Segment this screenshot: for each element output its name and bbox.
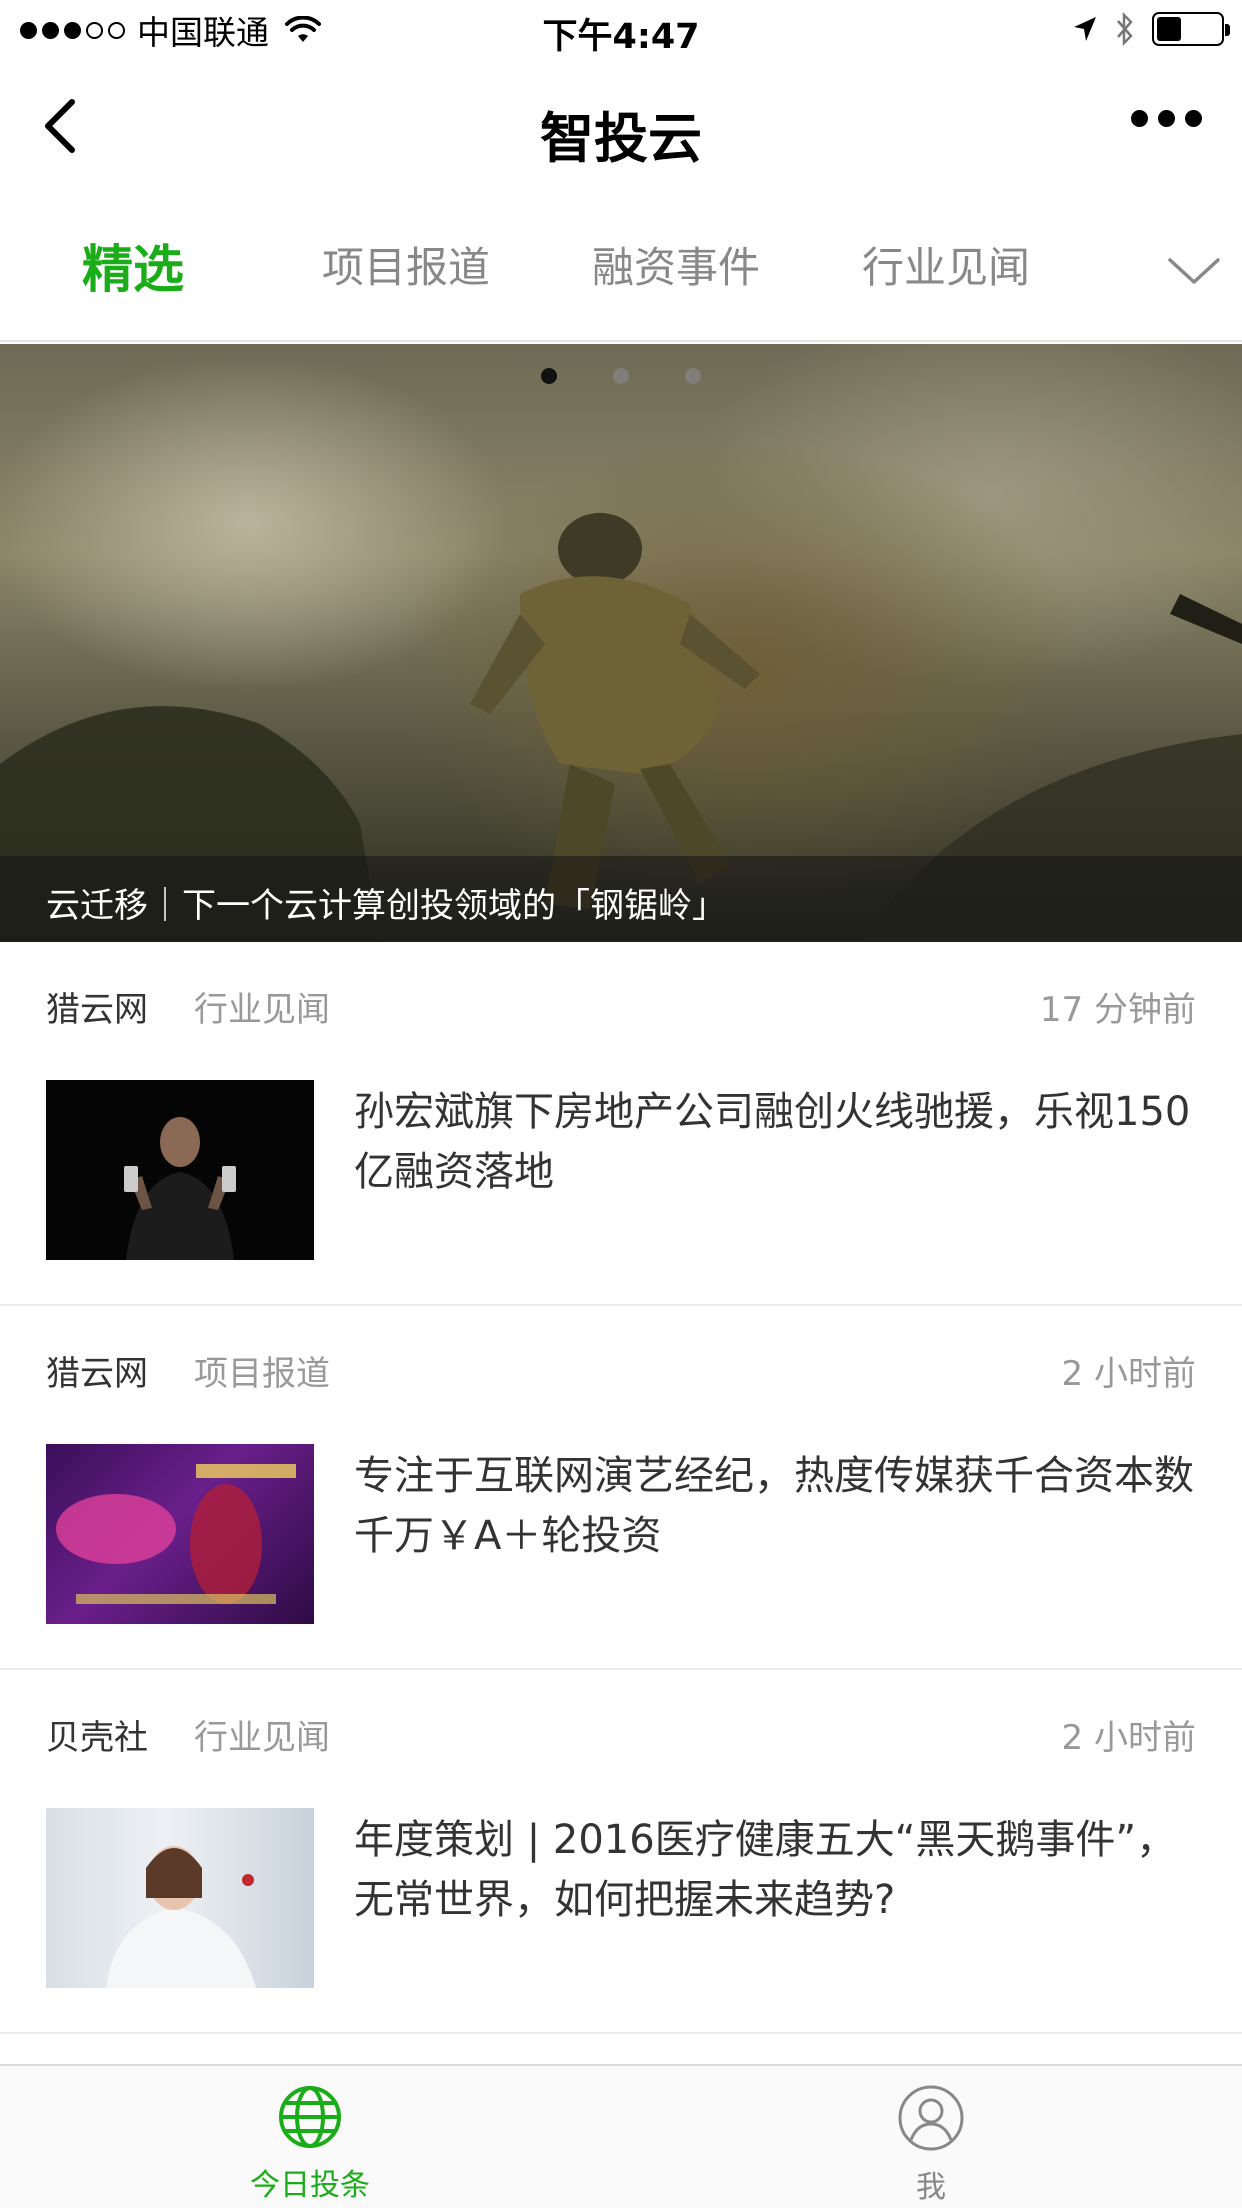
news-category: 行业见闻 (194, 1718, 330, 1758)
page-title: 智投云 (540, 107, 702, 170)
tabbar-label: 今日投条 (250, 2168, 370, 2203)
status-time: 下午4:47 (542, 17, 700, 57)
location-arrow-icon (1074, 17, 1096, 41)
news-title[interactable]: 孙宏斌旗下房地产公司融创火线驰援，乐视150亿融资落地 (354, 1082, 1204, 1202)
bottom-tab-bar: 今日投条 我 (0, 2064, 1242, 2208)
news-thumbnail (46, 1444, 314, 1624)
news-source: 猎云网 (46, 990, 148, 1030)
category-tabs: 精选 项目报道 融资事件 行业见闻 (0, 190, 1242, 342)
tab-project-reports[interactable]: 项目报道 (322, 234, 490, 295)
banner-carousel[interactable]: 云迁移｜下一个云计算创投领域的「钢锯岭」 (0, 344, 1242, 942)
tab-featured[interactable]: 精选 (82, 228, 184, 302)
news-meta: 猎云网 行业见闻 (46, 982, 330, 1031)
news-title[interactable]: 年度策划 | 2016医疗健康五大“黑天鹅事件”，无常世界，如何把握未来趋势? (354, 1810, 1204, 1930)
banner-caption[interactable]: 云迁移｜下一个云计算创投领域的「钢锯岭」 (0, 856, 1242, 942)
news-source: 猎云网 (46, 1354, 148, 1394)
news-title[interactable]: 专注于互联网演艺经纪，热度传媒获千合资本数千万￥A＋轮投资 (354, 1446, 1204, 1566)
tabbar-me[interactable]: 我 (811, 2084, 1051, 2206)
news-time: 2 小时前 (1061, 1718, 1196, 1758)
news-meta: 猎云网 项目报道 (46, 1346, 330, 1395)
carousel-indicator (0, 368, 1242, 384)
user-icon (898, 2085, 964, 2151)
news-category: 项目报道 (194, 1354, 330, 1394)
news-thumbnail (46, 1808, 314, 1988)
chevron-down-icon[interactable] (1166, 250, 1222, 290)
news-item[interactable]: 猎云网 项目报道 2 小时前 专注于互联网演艺经纪，热度传媒获千合资本数千万￥A… (0, 1306, 1242, 1670)
news-item[interactable]: 猎云网 行业见闻 17 分钟前 孙宏斌旗下房地产公司融创火线驰援，乐视150亿融… (0, 942, 1242, 1306)
status-right (1072, 12, 1230, 46)
news-source: 贝壳社 (46, 1718, 148, 1758)
bluetooth-icon (1117, 12, 1133, 46)
battery-icon (1152, 12, 1230, 46)
news-thumbnail (46, 1080, 314, 1260)
news-meta: 贝壳社 行业见闻 (46, 1710, 330, 1759)
tab-financing-events[interactable]: 融资事件 (592, 234, 760, 295)
nav-bar: 智投云 (0, 60, 1242, 190)
tab-industry-news[interactable]: 行业见闻 (862, 234, 1030, 295)
more-options-icon[interactable] (1131, 110, 1202, 127)
status-bar: 中国联通 下午4:47 (0, 0, 1242, 60)
news-time: 2 小时前 (1061, 1354, 1196, 1394)
banner-image (0, 513, 1242, 942)
news-item[interactable]: 贝壳社 行业见闻 2 小时前 年度策划 | 2016医疗健康五大“黑天鹅事件”，… (0, 1670, 1242, 2034)
news-time: 17 分钟前 (1039, 990, 1196, 1030)
carousel-dot[interactable] (541, 368, 557, 384)
globe-icon (279, 2086, 341, 2148)
carousel-dot[interactable] (613, 368, 629, 384)
news-category: 行业见闻 (194, 990, 330, 1030)
tabbar-label: 我 (916, 2170, 946, 2205)
carousel-dot[interactable] (685, 368, 701, 384)
tabbar-today[interactable]: 今日投条 (190, 2084, 430, 2204)
